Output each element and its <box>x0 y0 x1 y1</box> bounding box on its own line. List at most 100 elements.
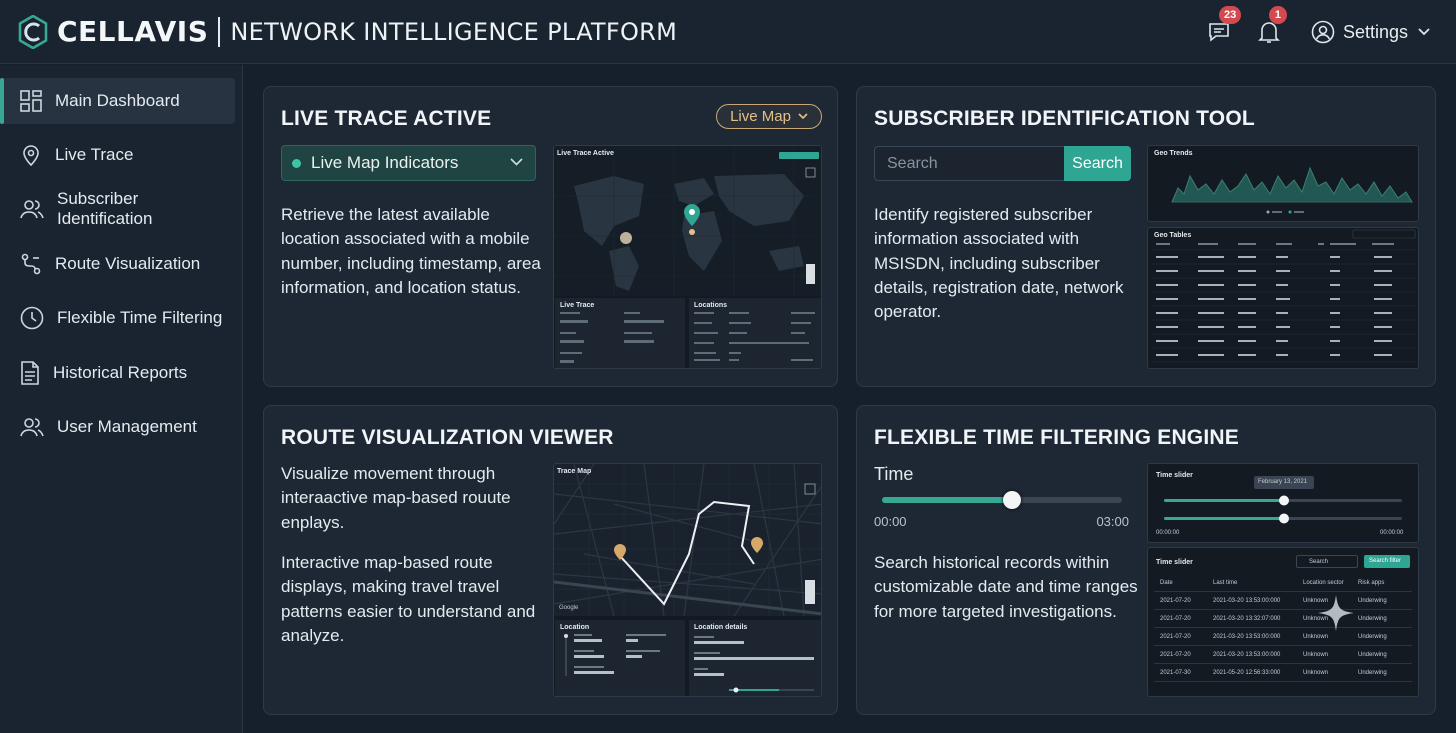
street-map-image <box>554 464 821 616</box>
table-cell: 2021-07-30 <box>1160 670 1191 676</box>
sidebar-item-live-trace[interactable]: Live Trace <box>2 132 235 178</box>
preview-sliders-image <box>1164 495 1402 524</box>
table-cell: 2021-05-20 12:56:33:000 <box>1213 670 1281 676</box>
users-icon <box>20 200 44 219</box>
users-icon <box>20 418 44 437</box>
route-detail-panels <box>555 620 821 696</box>
pill-label: Live Map <box>730 108 791 125</box>
preview-slider-start: 00:00:00 <box>1156 530 1180 536</box>
trend-chart-image <box>1171 166 1413 214</box>
route-map-preview[interactable]: Trace Map Google Location Location detai… <box>553 463 822 697</box>
sidebar-item-subscriber-identification[interactable]: Subscriber Identification <box>2 186 235 232</box>
sidebar-item-label: Live Trace <box>55 145 134 164</box>
subscriber-description: Identify registered subscriber informati… <box>874 205 1124 322</box>
time-records-preview[interactable]: Time slider Search Search filter Date La… <box>1147 547 1419 697</box>
preview-search-placeholder: Search <box>1309 559 1329 565</box>
preview-table-title: Time slider <box>1156 559 1193 566</box>
cellavis-logo-icon <box>18 14 48 49</box>
table-cell: Unknown <box>1303 670 1329 676</box>
time-slider[interactable] <box>882 491 1122 509</box>
preview-search-input[interactable]: Search <box>1296 555 1358 568</box>
time-label: Time <box>874 464 914 484</box>
sidebar: Main Dashboard Live Trace Subscriber Ide… <box>0 65 243 733</box>
document-icon <box>21 361 39 385</box>
card-title: ROUTE VISUALIZATION VIEWER <box>281 426 614 449</box>
time-slider-preview[interactable]: Time slider February 13, 2021 00:00:00 0… <box>1147 463 1419 543</box>
live-trace-description: Retrieve the latest available location a… <box>281 205 541 297</box>
sidebar-item-label: Historical Reports <box>53 363 188 382</box>
live-trace-preview[interactable]: Live Trace Active Live Trace Locations <box>553 145 822 369</box>
location-pin-icon <box>23 145 39 166</box>
brand-name: CELLAVIS <box>57 15 209 48</box>
preview-panel-left-title: Location <box>560 624 590 631</box>
grid-icon <box>20 90 42 112</box>
preview-title: Trace Map <box>557 468 592 475</box>
subscriber-search-input[interactable]: Search <box>874 146 1064 181</box>
preview-panel-left-title: Live Trace <box>560 302 595 309</box>
card-title: FLEXIBLE TIME FILTERING ENGINE <box>874 426 1239 449</box>
clock-icon <box>20 306 44 330</box>
card-title: SUBSCRIBER IDENTIFICATION TOOL <box>874 107 1255 130</box>
route-icon <box>21 253 41 275</box>
preview-title: Live Trace Active <box>557 150 614 157</box>
sidebar-item-route-visualization[interactable]: Route Visualization <box>2 241 235 287</box>
table-cell: 2021-07-20 <box>1160 652 1191 658</box>
table-row[interactable]: 2021-07-30 2021-05-20 12:56:33:000 Unkno… <box>1154 665 1412 682</box>
table-cell: Unknown <box>1303 634 1329 640</box>
settings-menu[interactable]: Settings <box>1311 20 1430 44</box>
sidebar-item-historical-reports[interactable]: Historical Reports <box>2 350 235 396</box>
time-slider-fill <box>882 497 1012 503</box>
column-header: Location sector <box>1303 580 1344 586</box>
time-slider-thumb[interactable] <box>1002 491 1021 509</box>
sidebar-item-user-management[interactable]: User Management <box>2 404 235 450</box>
table-row[interactable]: 2021-07-20 2021-03-20 13:53:00:000 Unkno… <box>1154 593 1412 610</box>
preview-search-filter-button[interactable]: Search filter <box>1364 555 1410 568</box>
table-cell: Underwing <box>1358 652 1387 658</box>
route-card: ROUTE VISUALIZATION VIEWER Visualize mov… <box>263 405 838 715</box>
table-cell: 2021-03-20 13:53:00:000 <box>1213 598 1281 604</box>
table-cell: Underwing <box>1358 634 1387 640</box>
time-end-label: 03:00 <box>1096 514 1129 529</box>
time-filter-description: Search historical records within customi… <box>874 553 1138 621</box>
sidebar-item-label: Route Visualization <box>55 254 201 273</box>
top-bar: CELLAVIS NETWORK INTELLIGENCE PLATFORM 2… <box>0 0 1456 64</box>
table-cell: 2021-03-20 13:53:00:000 <box>1213 634 1281 640</box>
messages-button[interactable]: 23 <box>1205 6 1242 46</box>
user-circle-icon <box>1311 20 1335 44</box>
preview-button-label: Search filter <box>1369 558 1402 564</box>
geo-trends-preview[interactable]: Geo Trends <box>1147 145 1419 222</box>
table-cell: Underwing <box>1358 670 1387 676</box>
table-cell: 2021-03-20 13:53:00:000 <box>1213 652 1281 658</box>
messages-badge: 23 <box>1218 6 1242 24</box>
subscriber-search-button[interactable]: Search <box>1064 146 1131 181</box>
table-cell: 2021-07-20 <box>1160 634 1191 640</box>
column-header: Risk apps <box>1358 580 1385 586</box>
brand[interactable]: CELLAVIS NETWORK INTELLIGENCE PLATFORM <box>18 14 678 49</box>
table-cell: 2021-03-20 13:32:07:000 <box>1213 616 1281 622</box>
sidebar-item-label: Main Dashboard <box>55 91 180 110</box>
preview-slider-end: 00:00:00 <box>1380 530 1404 536</box>
sidebar-item-main-dashboard[interactable]: Main Dashboard <box>0 78 235 124</box>
status-dot-icon <box>292 158 301 168</box>
table-row[interactable]: 2021-07-20 2021-03-20 13:53:00:000 Unkno… <box>1154 647 1412 664</box>
live-map-indicators-dropdown[interactable]: Live Map Indicators <box>281 145 536 181</box>
sidebar-item-flexible-time-filtering[interactable]: Flexible Time Filtering <box>2 295 235 341</box>
map-credit: Google <box>559 605 579 611</box>
chevron-down-icon <box>798 113 808 120</box>
notifications-button[interactable]: 1 <box>1255 6 1287 46</box>
app-root: CELLAVIS NETWORK INTELLIGENCE PLATFORM 2… <box>0 0 1456 733</box>
brand-subtitle: NETWORK INTELLIGENCE PLATFORM <box>230 17 678 46</box>
brand-divider <box>218 16 221 47</box>
route-description-primary: Visualize movement through interaactive … <box>281 464 511 532</box>
live-map-pill-button[interactable]: Live Map <box>716 104 822 129</box>
table-row[interactable]: 2021-07-20 2021-03-20 13:53:00:000 Unkno… <box>1154 629 1412 646</box>
geo-tables-preview[interactable]: Geo Tables <box>1147 227 1419 369</box>
table-header-row: Date Last time Location sector Risk apps <box>1154 575 1412 592</box>
preview-panel-right-title: Location details <box>694 624 748 631</box>
chevron-down-icon <box>1418 28 1430 36</box>
sparkle-icon <box>1318 595 1354 631</box>
route-description-secondary: Interactive map-based route displays, ma… <box>281 553 536 645</box>
table-cell: Underwing <box>1358 616 1387 622</box>
card-title: LIVE TRACE ACTIVE <box>281 107 492 130</box>
table-row[interactable]: 2021-07-20 2021-03-20 13:32:07:000 Unkno… <box>1154 611 1412 628</box>
